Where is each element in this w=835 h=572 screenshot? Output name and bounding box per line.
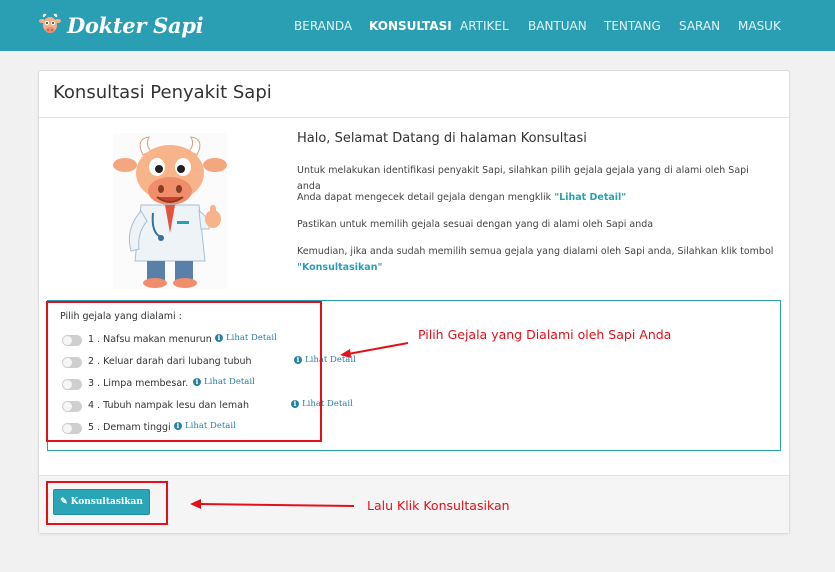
- cow-doctor-mascot-image: [113, 133, 227, 289]
- symptoms-highlight-box: [46, 301, 322, 442]
- nav-item-saran[interactable]: SARAN: [679, 19, 720, 33]
- intro-paragraph-2: Anda dapat mengecek detail gejala dengan…: [297, 190, 775, 206]
- nav-item-artikel[interactable]: ARTIKEL: [460, 19, 509, 33]
- konsultasikan-highlight: "Konsultasikan": [297, 262, 383, 273]
- navbar: Dokter Sapi BERANDA KONSULTASI ARTIKEL B…: [0, 0, 835, 51]
- arrow-left-icon: [190, 499, 355, 509]
- lihat-detail-highlight: "Lihat Detail": [554, 192, 627, 203]
- nav-item-konsultasi[interactable]: KONSULTASI: [369, 19, 452, 33]
- intro-paragraph-4: Kemudian, jika anda sudah memilih semua …: [297, 244, 775, 276]
- panel-heading: Konsultasi Penyakit Sapi: [39, 71, 789, 118]
- nav-menu: BERANDA KONSULTASI ARTIKEL BANTUAN TENTA…: [0, 19, 835, 35]
- intro-paragraph-2-text: Anda dapat mengecek detail gejala dengan…: [297, 192, 552, 203]
- intro-paragraph-3: Pastikan untuk memilih gejala sesuai den…: [297, 219, 654, 230]
- button-highlight-box: [46, 481, 168, 525]
- nav-item-masuk[interactable]: MASUK: [738, 19, 781, 33]
- nav-item-tentang[interactable]: TENTANG: [604, 19, 661, 33]
- page-title: Konsultasi Penyakit Sapi: [53, 82, 272, 103]
- nav-item-beranda[interactable]: BERANDA: [294, 19, 352, 33]
- intro-title: Halo, Selamat Datang di halaman Konsulta…: [297, 131, 587, 146]
- symptoms-annotation: Pilih Gejala yang Dialami oleh Sapi Anda: [418, 327, 672, 342]
- nav-item-bantuan[interactable]: BANTUAN: [528, 19, 587, 33]
- intro-paragraph-4-text: Kemudian, jika anda sudah memilih semua …: [297, 246, 774, 257]
- button-annotation: Lalu Klik Konsultasikan: [367, 498, 510, 513]
- arrow-left-icon: [340, 342, 409, 358]
